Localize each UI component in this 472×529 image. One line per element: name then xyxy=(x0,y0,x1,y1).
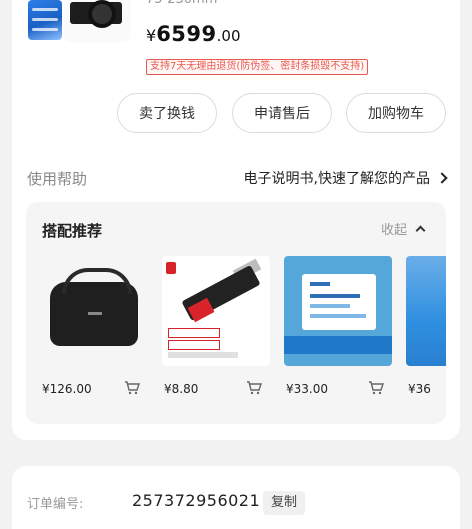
blue-product-pack-image xyxy=(406,256,446,366)
sell-button[interactable]: 卖了换钱 xyxy=(117,93,217,133)
camera-bag-image xyxy=(40,256,148,366)
cart-icon[interactable] xyxy=(246,381,262,395)
cart-icon[interactable] xyxy=(368,381,384,395)
collapse-label: 收起 xyxy=(380,223,407,238)
order-number: 257372956021 xyxy=(132,491,261,510)
collapse-toggle[interactable]: 收起 xyxy=(380,219,426,238)
recommend-item[interactable]: ¥126.00 xyxy=(40,256,148,406)
recommend-title: 搭配推荐 xyxy=(42,222,103,240)
recommend-item[interactable]: ¥8.80 xyxy=(162,256,270,406)
order-number-label: 订单编号: xyxy=(27,497,84,512)
recommend-item[interactable]: ¥36 xyxy=(406,256,446,406)
card-reader-image xyxy=(162,256,270,366)
product-spec-text: 75-230mm xyxy=(146,0,217,7)
return-policy-tag: 支持7天无理由退货(防伪签、密封条损毁不支持) xyxy=(146,59,369,75)
recommend-section: 搭配推荐 收起 ¥126.00 ¥8.80 ¥33.00 ¥36 xyxy=(26,202,446,424)
item-price: ¥36 xyxy=(408,382,431,396)
manual-link[interactable]: 电子说明书,快速了解您的产品 xyxy=(243,168,448,188)
product-thumbnail-blue[interactable] xyxy=(28,0,62,40)
chevron-up-icon xyxy=(415,225,426,236)
item-price: ¥33.00 xyxy=(286,382,328,396)
after-sale-button[interactable]: 申请售后 xyxy=(232,93,332,133)
help-label: 使用帮助 xyxy=(27,170,88,188)
screen-protector-pack-image xyxy=(284,256,392,366)
item-price: ¥8.80 xyxy=(164,382,199,396)
product-price: ¥6599.00 xyxy=(146,22,241,46)
manual-link-text: 电子说明书,快速了解您的产品 xyxy=(243,171,430,187)
product-thumbnail-camera[interactable] xyxy=(64,0,130,42)
chevron-right-icon xyxy=(436,172,448,184)
cart-icon[interactable] xyxy=(124,381,140,395)
recommend-item[interactable]: ¥33.00 xyxy=(284,256,392,406)
item-price: ¥126.00 xyxy=(42,382,92,396)
add-to-cart-button[interactable]: 加购物车 xyxy=(346,93,446,133)
copy-button[interactable]: 复制 xyxy=(263,491,306,515)
